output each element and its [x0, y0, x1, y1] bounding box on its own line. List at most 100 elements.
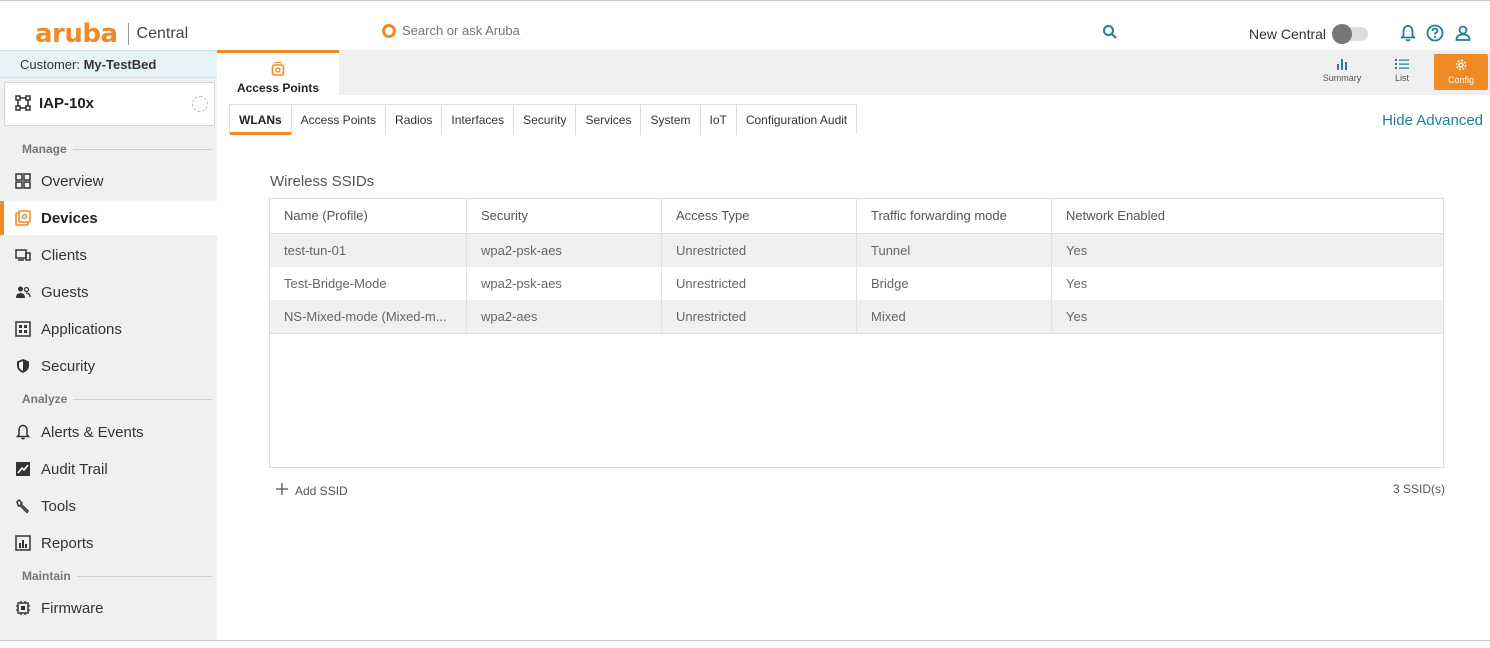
sidebar-item-label: Alerts & Events	[41, 423, 144, 441]
section-analyze: Analyze	[22, 392, 212, 406]
sidebar-item-label: Overview	[41, 172, 104, 190]
column-header-forwarding-mode[interactable]: Traffic forwarding mode	[857, 199, 1052, 233]
list-icon	[1374, 58, 1430, 72]
tab-access-points[interactable]: Access Points	[291, 105, 387, 135]
sidebar-item-label: Applications	[41, 320, 122, 338]
tab-security[interactable]: Security	[514, 105, 577, 135]
sidebar-item-firmware[interactable]: Firmware	[0, 591, 217, 625]
customer-prefix: Customer:	[20, 57, 80, 72]
table-row[interactable]: test-tun-01 wpa2-psk-aes Unrestricted Tu…	[270, 234, 1443, 267]
footer-bar	[0, 640, 1490, 648]
cell-security: wpa2-psk-aes	[467, 267, 662, 300]
config-view-label: Config	[1447, 75, 1474, 85]
summary-view-label: Summary	[1322, 73, 1362, 83]
cell-forwarding-mode: Mixed	[857, 300, 1052, 333]
table-row[interactable]: NS-Mixed-mode (Mixed-m... wpa2-aes Unres…	[270, 300, 1443, 333]
wrench-icon	[14, 497, 32, 515]
tab-services[interactable]: Services	[576, 105, 642, 135]
sidebar-item-label: Clients	[41, 246, 87, 264]
table-row[interactable]: Test-Bridge-Mode wpa2-psk-aes Unrestrict…	[270, 267, 1443, 300]
column-header-access-type[interactable]: Access Type	[662, 199, 857, 233]
top-bar: aruba Central New Central	[0, 0, 1490, 50]
sidebar-item-label: Reports	[41, 534, 94, 552]
table-body: test-tun-01 wpa2-psk-aes Unrestricted Tu…	[270, 234, 1443, 334]
gear-icon	[1434, 58, 1488, 74]
cell-security: wpa2-aes	[467, 300, 662, 333]
section-maintain: Maintain	[22, 569, 212, 583]
cell-name: NS-Mixed-mode (Mixed-m...	[270, 300, 467, 333]
column-header-security[interactable]: Security	[467, 199, 662, 233]
sidebar-item-overview[interactable]: Overview	[0, 164, 217, 198]
search-input[interactable]	[402, 23, 522, 39]
bar-chart-icon	[1314, 58, 1370, 72]
bell-icon[interactable]	[1398, 23, 1418, 43]
ssid-count: 3 SSID(s)	[1392, 482, 1445, 496]
devices-icon	[14, 209, 32, 227]
sidebar-item-label: Tools	[41, 497, 77, 515]
sidebar-item-audit-trail[interactable]: Audit Trail	[0, 452, 217, 486]
tab-configuration-audit[interactable]: Configuration Audit	[736, 105, 857, 135]
bell-icon	[14, 423, 32, 441]
group-name: IAP-10x	[39, 95, 95, 112]
sidebar-item-label: Devices	[41, 209, 98, 227]
tab-wlans[interactable]: WLANs	[230, 105, 292, 135]
access-points-context-tab[interactable]: Access Points	[217, 50, 339, 95]
cell-network-enabled: Yes	[1066, 276, 1088, 291]
sidebar-item-alerts-events[interactable]: Alerts & Events	[0, 415, 217, 449]
ssid-table: Name (Profile) Security Access Type Traf…	[269, 198, 1444, 468]
sidebar-item-security[interactable]: Security	[0, 349, 217, 383]
sidebar-item-clients[interactable]: Clients	[0, 238, 217, 272]
add-ssid-button[interactable]: Add SSID	[275, 482, 348, 499]
cell-access-type: Unrestricted	[662, 234, 857, 267]
summary-view-button[interactable]: Summary	[1314, 56, 1370, 90]
customer-banner[interactable]: Customer: My-TestBed	[0, 50, 217, 78]
new-central-switch[interactable]: New Central	[1249, 24, 1369, 44]
context-header: Access Points Summary List Config	[217, 50, 1490, 95]
aruba-logo[interactable]: aruba Central	[35, 21, 188, 47]
sidebar-item-devices[interactable]: Devices	[0, 201, 217, 235]
access-point-icon	[271, 61, 285, 81]
tab-radios[interactable]: Radios	[386, 105, 443, 135]
config-view-button[interactable]: Config	[1434, 54, 1488, 90]
user-icon[interactable]	[1453, 23, 1473, 43]
group-selector[interactable]: IAP-10x	[4, 82, 215, 126]
column-header-name[interactable]: Name (Profile)	[270, 199, 467, 233]
table-header: Name (Profile) Security Access Type Traf…	[270, 199, 1443, 234]
sidebar-item-label: Audit Trail	[41, 460, 108, 478]
clients-icon	[14, 246, 32, 264]
config-tabs: WLANs Access Points Radios Interfaces Se…	[229, 104, 858, 135]
sidebar-item-guests[interactable]: Guests	[0, 275, 217, 309]
logo-text: aruba	[35, 19, 118, 49]
cell-name: test-tun-01	[270, 234, 467, 267]
sidebar-item-label: Security	[41, 357, 96, 375]
group-icon	[15, 95, 31, 116]
cell-network-enabled: Yes	[1066, 243, 1088, 258]
cell-access-type: Unrestricted	[662, 300, 857, 333]
tab-system[interactable]: System	[641, 105, 701, 135]
sidebar-item-applications[interactable]: Applications	[0, 312, 217, 346]
sidebar-item-tools[interactable]: Tools	[0, 489, 217, 523]
section-title: Wireless SSIDs	[270, 173, 375, 190]
cell-forwarding-mode: Bridge	[857, 267, 1052, 300]
help-icon[interactable]	[1425, 23, 1445, 43]
tab-iot[interactable]: IoT	[700, 105, 737, 135]
sidebar-item-reports[interactable]: Reports	[0, 526, 217, 560]
cell-access-type: Unrestricted	[662, 267, 857, 300]
aruba-search-icon	[382, 24, 396, 38]
cell-security: wpa2-psk-aes	[467, 234, 662, 267]
sidebar-item-label: Guests	[41, 283, 89, 301]
cell-network-enabled: Yes	[1066, 309, 1088, 324]
logo-divider	[127, 23, 129, 45]
new-central-label: New Central	[1249, 26, 1327, 42]
cell-name: Test-Bridge-Mode	[270, 267, 467, 300]
list-view-button[interactable]: List	[1374, 56, 1430, 90]
new-central-toggle[interactable]	[1332, 24, 1369, 44]
tab-interfaces[interactable]: Interfaces	[442, 105, 515, 135]
access-points-context-label: Access Points	[236, 81, 320, 95]
plus-icon	[275, 482, 289, 499]
hide-advanced-link[interactable]: Hide Advanced	[1382, 112, 1483, 129]
firmware-icon	[14, 599, 32, 617]
search-icon[interactable]	[1102, 24, 1118, 40]
column-header-network-enabled[interactable]: Network Enabled	[1052, 199, 1443, 233]
search-box[interactable]	[382, 23, 522, 39]
